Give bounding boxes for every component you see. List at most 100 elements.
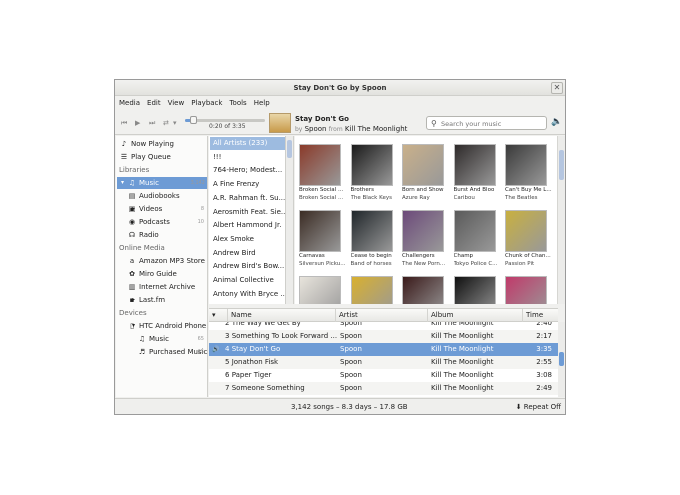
column-header-time[interactable]: Time <box>522 309 558 322</box>
album-cover[interactable] <box>402 276 444 304</box>
sort-indicator-icon[interactable]: ▾ <box>209 309 227 322</box>
table-row[interactable]: 3 Something To Look Forward ... Spoon Kill… <box>209 330 558 343</box>
album-cover[interactable] <box>505 276 547 304</box>
album-cover[interactable] <box>402 210 444 252</box>
library-summary: 3,142 songs – 8.3 days – 17.8 GB <box>291 403 408 411</box>
expander-icon[interactable]: ▾ <box>132 320 135 332</box>
sidebar-item-play-queue[interactable]: ☰ Play Queue <box>120 151 206 163</box>
artist-item[interactable]: Andrew Bird's Bow... <box>210 260 285 273</box>
repeat-shuffle-icon[interactable]: ⇄ <box>163 119 169 127</box>
artist-item[interactable]: A Fine Frenzy <box>210 178 285 191</box>
track-artist: Spoon <box>340 332 362 340</box>
speaker-icon: 🔊 <box>212 346 220 353</box>
repeat-toggle[interactable]: ⬇ Repeat Off <box>516 399 561 414</box>
album-cover[interactable] <box>453 210 496 252</box>
album-item[interactable]: Chunk of Chan... Passion Pit <box>505 210 551 270</box>
sidebar-item-music[interactable]: ▾ ♫ Music 3,142 <box>117 177 207 189</box>
search-input[interactable] <box>441 118 545 129</box>
column-header-artist[interactable]: Artist <box>335 309 427 322</box>
album-scrollbar[interactable] <box>557 136 565 304</box>
album-item[interactable]: Carnavas Silversun Picku... <box>299 210 346 270</box>
table-row[interactable]: 🔊 4 Stay Don't Go Spoon Kill The Moonlight 3… <box>209 343 558 356</box>
sidebar-item-now-playing[interactable]: ♪ Now Playing <box>120 138 206 150</box>
sidebar-item-radio[interactable]: ☊ Radio <box>128 229 206 241</box>
expander-icon[interactable]: ▾ <box>121 177 124 189</box>
album-cover[interactable] <box>299 210 341 252</box>
table-row[interactable]: 6 Paper Tiger Spoon Kill The Moonlight 3:08 <box>209 369 558 382</box>
album-item[interactable] <box>299 276 343 304</box>
album-item[interactable]: Burst And Bloo Caribou <box>453 144 498 204</box>
track-scrollbar[interactable] <box>558 322 565 397</box>
column-header-name[interactable]: Name <box>227 309 335 322</box>
album-item[interactable] <box>350 276 395 304</box>
previous-icon[interactable]: ⏮ <box>121 119 127 128</box>
artist-item[interactable]: Aerosmith Feat. Sie... <box>210 206 285 219</box>
menu-view[interactable]: View <box>168 97 185 110</box>
album-title: Broken Social ... <box>299 187 344 193</box>
artist-scrollbar[interactable] <box>286 136 294 304</box>
album-cover[interactable] <box>299 276 341 304</box>
album-item[interactable] <box>505 276 549 304</box>
artist-item[interactable]: Alex Smoke <box>210 233 285 246</box>
album-cover[interactable] <box>350 276 393 304</box>
sidebar-item-videos[interactable]: ▸ ▣ Videos 8 <box>128 203 206 215</box>
artist-scroll-thumb[interactable] <box>287 140 292 158</box>
album-cover[interactable] <box>350 144 393 186</box>
now-playing-cover[interactable] <box>269 113 291 133</box>
artist-item[interactable]: All Artists (233) <box>210 137 285 150</box>
menu-tools[interactable]: Tools <box>229 97 246 110</box>
artist-item[interactable]: !!! <box>210 151 285 164</box>
album-item[interactable] <box>402 276 446 304</box>
track-scroll-thumb[interactable] <box>559 352 564 366</box>
album-item[interactable]: Cease to begin Band of horses <box>350 210 395 270</box>
album-cover[interactable] <box>505 144 547 186</box>
sidebar-item-podcasts[interactable]: ◉ Podcasts 10 <box>128 216 206 228</box>
artist-item[interactable]: Animal Collective <box>210 274 285 287</box>
artist-item[interactable]: Albert Hammond Jr. <box>210 219 285 232</box>
sidebar-item-internet-archive[interactable]: ▥ Internet Archive <box>128 281 206 293</box>
album-cover[interactable] <box>453 144 496 186</box>
album-cover[interactable] <box>453 276 496 304</box>
album-item[interactable] <box>453 276 498 304</box>
sidebar-item-music[interactable]: ♫ Music 65 <box>138 333 206 345</box>
artist-item[interactable]: 764-Hero; Modest... <box>210 164 285 177</box>
chevron-down-icon[interactable]: ▾ <box>173 119 177 127</box>
menu-edit[interactable]: Edit <box>147 97 161 110</box>
table-row[interactable]: 5 Jonathon Fisk Spoon Kill The Moonlight 2:… <box>209 356 558 369</box>
album-item[interactable]: Challengers The New Porn... <box>402 210 446 270</box>
sidebar-item-audiobooks[interactable]: ▤ Audiobooks <box>128 190 206 202</box>
album-item[interactable]: Brothers The Black Keys <box>350 144 395 204</box>
track-album: Kill The Moonlight <box>431 384 494 392</box>
album-cover[interactable] <box>505 210 547 252</box>
column-header-album[interactable]: Album <box>427 309 522 322</box>
next-icon[interactable]: ⏭ <box>149 119 155 128</box>
search-box[interactable]: ⚲ <box>426 116 547 130</box>
menu-help[interactable]: Help <box>254 97 270 110</box>
sidebar-item-amazon-mp3-store[interactable]: a Amazon MP3 Store <box>128 255 206 267</box>
sidebar-item-htc-android-phone[interactable]: ▾ ▯ HTC Android Phone <box>128 320 206 332</box>
menu-playback[interactable]: Playback <box>191 97 222 110</box>
volume-icon[interactable]: 🔈 <box>551 117 562 127</box>
album-cover[interactable] <box>350 210 393 252</box>
sidebar-item-purchased-music[interactable]: ♬ Purchased Music 25 <box>138 346 208 358</box>
album-item[interactable]: Champ Tokyo Police C... <box>453 210 498 270</box>
sidebar-item-miro-guide[interactable]: ✿ Miro Guide <box>128 268 206 280</box>
expander-icon[interactable]: ▸ <box>132 294 135 306</box>
artist-item[interactable]: A.R. Rahman ft. Su... <box>210 192 285 205</box>
album-item[interactable]: Broken Social ... Broken Social ... <box>299 144 343 204</box>
table-row[interactable]: 7 Someone Something Spoon Kill The Moonlig… <box>209 382 558 395</box>
seek-handle[interactable] <box>190 116 198 124</box>
menu-media[interactable]: Media <box>119 97 140 110</box>
album-cover[interactable] <box>402 144 444 186</box>
album-item[interactable]: Can't Buy Me L... The Beatles <box>505 144 552 204</box>
album-cover[interactable] <box>299 144 341 186</box>
close-icon[interactable]: ✕ <box>551 82 563 94</box>
album-item[interactable]: Born and Show Azure Ray <box>402 144 446 204</box>
album-scroll-thumb[interactable] <box>559 150 564 180</box>
artist-item[interactable]: Andrew Bird <box>210 247 285 260</box>
expander-icon[interactable]: ▸ <box>132 203 135 215</box>
sidebar-item-last-fm[interactable]: ▸ ▪ Last.fm <box>128 294 206 306</box>
seek-slider[interactable] <box>185 116 265 124</box>
artist-item[interactable]: Antony With Bryce ... <box>210 288 285 301</box>
play-icon[interactable]: ▶ <box>135 119 140 127</box>
